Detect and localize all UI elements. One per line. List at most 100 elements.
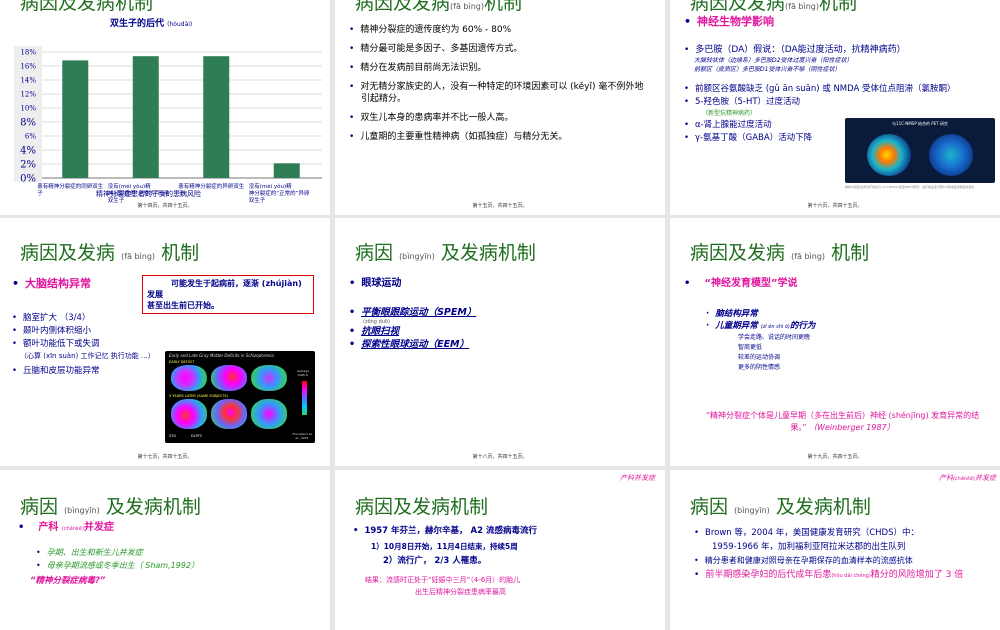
bar: [203, 56, 230, 179]
mri-deficit-image: Early and Late Gray Matter Deficits in S…: [165, 351, 315, 443]
mri-legend: Average Deficit: [296, 369, 310, 377]
y-tick-label: 6%: [25, 133, 36, 141]
study-item: 1959-1966 年，加利福利亚阿拉米达郡的出生队列: [712, 542, 906, 552]
note-line: • 1957 年芬兰，赫尔辛基， A2 流感病毒流行: [353, 526, 537, 536]
y-tick-label: 4%: [20, 146, 36, 157]
eye-movement-list: • 平衡眼跟踪运动（SPEM） (zōng duō) • 抗眼扫视 • 探索性眼球运动…: [349, 306, 476, 351]
note-line: 2）流行广， 2/3 人罹患。: [383, 556, 487, 566]
model-quote: “精神分裂症个体是儿童早期（多在出生前后）神经 (shénjīng) 发育异常的…: [705, 411, 980, 432]
pet-title: 与11C-NMSP 结合的 PET 研究: [892, 121, 948, 126]
y-tick-label: 18%: [20, 49, 36, 57]
list-item: • 额叶功能低下或失调: [12, 339, 100, 349]
study-item: • 前半期感染孕妇的后代成年后患(hòu dài chéng)精分的风险增加了 3…: [694, 570, 964, 580]
y-tick-label: 16%: [20, 63, 36, 71]
list-item: • 前额区谷氨酸缺乏 (gǔ ān suān) 或 NMDA 受体位点阻滞（氯胺酮…: [684, 84, 956, 94]
study-item: • Brown 等，2004 年，美国健康发育研究（CHDS）中：: [694, 528, 919, 538]
section-heading: • 神经生物学影响: [684, 15, 775, 28]
list-item: • 脑室扩大 （3/4）: [12, 313, 91, 323]
list-item: · 儿童期异常 (zǐ ěn shì ō)的行为: [706, 321, 816, 331]
bar: [132, 56, 159, 179]
list-item: • 孕期、出生和新生儿并发症: [36, 548, 143, 557]
slide-title: 病因及发病 (fā bìng) 机制: [690, 242, 870, 264]
section-heading: • 眼球运动: [349, 278, 402, 289]
x-category-label: 患有精神分裂症的同卵双生子: [37, 182, 104, 197]
flu-result: 结果：流感时正处于“妊娠中三月”（4-6月）的胎儿 出生后精神分裂症患病率最高: [365, 574, 520, 598]
chds-study: • Brown 等，2004 年，美国健康发育研究（CHDS）中： 1959-19…: [694, 526, 994, 583]
slide-19[interactable]: 病因及发病 (fā bìng) 机制 • “神经发育模型”学说 · 脑结构异常 · 儿…: [670, 218, 1000, 466]
slide-18[interactable]: 病因 (bìngyīn) 及发病机制 • 眼球运动 • 平衡眼跟踪运动（SPEM） …: [335, 218, 665, 466]
slide-footer: 第十七页，共四十五页。: [137, 454, 193, 460]
result-line: 出生后精神分裂症患病率最高: [415, 588, 506, 596]
bullet-item: • 精神分裂症的遗传度约为 60% - 80%: [349, 25, 512, 35]
slide-title: 病因及发病(fā bìng)机制: [690, 0, 857, 14]
dopamine-hypothesis: • 多巴胺（DA）假说：（DA能过度活动，抗精神病药） 大脑较状体（边缘系）多巴胺…: [684, 45, 906, 73]
slide-15[interactable]: 病因及发病(fā bìng)机制 • 精神分裂症的遗传度约为 60% - 80% …: [335, 0, 665, 215]
y-tick-label: 8%: [20, 118, 36, 129]
slide-title: 病因 (bìngyīn) 及发病机制: [20, 496, 201, 518]
y-tick-label: 10%: [20, 105, 36, 113]
list-item: • 探索性眼球运动（EEM）: [349, 339, 470, 350]
list-item: • 丘脑和皮层功能异常: [12, 366, 100, 376]
slide-footer: 第十六页，共四十五页。: [807, 203, 863, 209]
study-item: • 精分患者和健康对照母亲在孕期保存的血清样本的流感抗体: [694, 556, 913, 565]
list-item: • 母亲孕期流感或冬季出生（ Sham,1992）: [36, 561, 200, 570]
detail-item: 学会走路、说话的时间更晚: [738, 334, 811, 341]
bullet-list: • 精神分裂症的遗传度约为 60% - 80% • 精分最可能是多因子、多基因遗传方…: [349, 24, 649, 143]
list-item: • 抗眼扫视: [349, 326, 400, 337]
slide-footer: 第十八页，共四十五页。: [472, 454, 528, 460]
list-note: （心算 (xīn suàn) 工作记忆 执行功能 …）: [20, 352, 155, 360]
flu-1957-notes: • 1957 年芬兰，赫尔辛基， A2 流感病毒流行 1）10月8日开始，11月4…: [353, 524, 537, 569]
section-heading: • “神经发育模型”学说: [684, 278, 798, 289]
section-heading: • 产科 (chǎnkē)并发症: [18, 522, 114, 533]
slide-title: 病因及发病机制: [355, 496, 489, 518]
mri-label: EARLY DEFICIT: [169, 360, 195, 364]
bullet-item: • 儿童期的主要重性精神病（如孤独症）与精分无关。: [349, 132, 568, 142]
list-item: • 5-羟色胺（5-HT）过度活动: [684, 97, 801, 107]
slide-footer: 第十九页，共四十五页。: [807, 454, 863, 460]
slide-14[interactable]: 病因及发病机制 双生子的后代 (hòudài) 0% 2% 4% 6% 8% 10% 12%…: [0, 0, 330, 215]
onset-note-box: 可能发生于起病前，逐渐 (zhújiàn) 发展 甚至出生前已开始。: [142, 275, 314, 314]
result-line: 结果：流感时正处于“妊娠中三月”（4-6月）的胎儿: [365, 576, 521, 584]
list-item: · 脑结构异常: [706, 309, 758, 319]
slide-title: 病因 (bìngyīn) 及发病机制: [355, 242, 536, 264]
virus-quote: “精神分裂症病毒?”: [30, 576, 106, 586]
slide-21[interactable]: 产科并发症 病因及发病机制 • 1957 年芬兰，赫尔辛基， A2 流感病毒流行 …: [335, 470, 665, 630]
obstetric-list: • 孕期、出生和新生儿并发症 • 母亲孕期流感或冬季出生（ Sham,1992）: [36, 546, 199, 572]
y-tick-label: 14%: [20, 77, 36, 85]
y-tick-label: 12%: [20, 91, 36, 99]
slide-title: 病因及发病(fā bìng)机制: [355, 0, 522, 14]
bar: [273, 163, 300, 178]
model-list: · 脑结构异常 · 儿童期异常 (zǐ ěn shì ō)的行为: [706, 308, 815, 333]
slide-title: 病因 (bìngyīn) 及发病机制: [690, 496, 871, 518]
x-category-label: 没有(méi yǒu)精神分裂症的“正常的”异卵双生子: [249, 182, 310, 204]
bullet-item: • 精分最可能是多因子、多基因遗传方式。: [349, 44, 523, 54]
detail-item: 较差的运动协调: [738, 354, 781, 361]
slide-22[interactable]: 产科(chǎnkē)并发症 病因 (bìngyīn) 及发病机制 • Brown …: [670, 470, 1000, 630]
mri-label: DLPFC: [191, 434, 203, 438]
mri-label: 5 YEARS LATER (SAME SUBJECTS): [169, 394, 228, 398]
bullet-item: • 对无精分家族史的人，没有一种特定的环境因素可以 (kěyǐ) 毫不例外地引起精…: [349, 82, 644, 104]
section-heading: • 大脑结构异常: [12, 277, 92, 290]
list-item: • 颞叶内侧体积缩小: [12, 326, 92, 336]
detail-item: 智商更低: [738, 344, 763, 351]
top-right-label: 产科并发症: [620, 474, 655, 482]
mri-label: STG: [169, 434, 177, 438]
bullet-item: • 双生儿本身的患病率并不比一般人高。: [349, 113, 514, 123]
structure-list: • 脑室扩大 （3/4） • 颞叶内侧体积缩小 • 额叶功能低下或失调 （心算 (xī…: [12, 312, 162, 378]
behavior-details: 学会走路、说话的时间更晚 智商更低 较差的运动协调 更多的阴性情感: [738, 333, 810, 373]
slide-16[interactable]: 病因及发病(fā bìng)机制 • 神经生物学影响 • 多巴胺（DA）假说：（DA…: [670, 0, 1000, 215]
slide-footer: 第十五页，共四十五页。: [472, 203, 528, 209]
slide-20[interactable]: 病因 (bìngyīn) 及发病机制 • 产科 (chǎnkē)并发症 • 孕期、出…: [0, 470, 330, 630]
slide-title: 病因及发病机制: [20, 0, 154, 14]
detail-item: 更多的阴性情感: [738, 364, 781, 371]
pet-caption: 精神分裂症患者治疗前后与 11C-NMSP 结合的PET研究：治疗前后多巴胺D2…: [845, 185, 975, 189]
y-tick-label: 0%: [20, 174, 36, 185]
y-tick-label: 2%: [20, 160, 36, 171]
slide-footer: 第十四页，共四十五页。: [137, 203, 193, 209]
chart-title: 双生子的后代 (hòudài): [110, 19, 193, 29]
bullet-item: • 精分在发病前目前尚无法识别。: [349, 63, 487, 73]
note-line: 1）10月8日开始，11月4日结束，持续5周: [371, 542, 518, 551]
pet-scan-image: 与11C-NMSP 结合的 PET 研究: [845, 118, 995, 183]
slide-17[interactable]: 病因及发病 (fā bìng) 机制 • 大脑结构异常 可能发生于起病前，逐渐 (…: [0, 218, 330, 466]
slide-title: 病因及发病 (fā bìng) 机制: [20, 242, 200, 264]
